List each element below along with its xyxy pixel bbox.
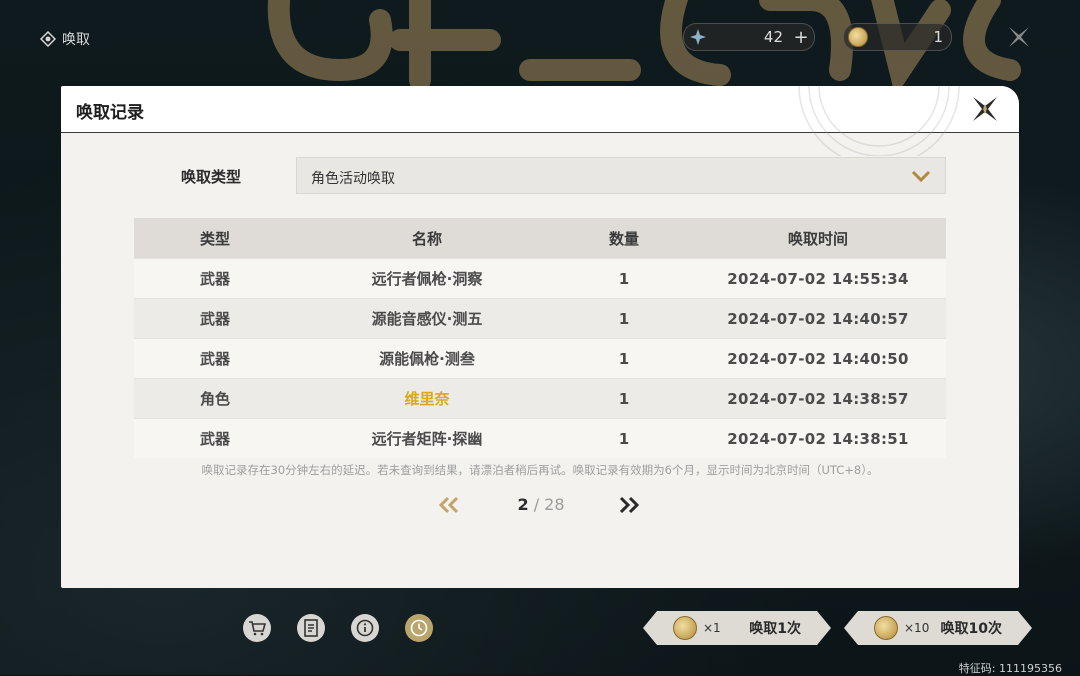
coin-icon bbox=[673, 616, 697, 640]
next-page-icon[interactable] bbox=[617, 495, 641, 515]
table-row: 武器 远行者佩枪·洞察 1 2024-07-02 14:55:34 bbox=[134, 258, 946, 299]
row-name: 远行者矩阵·探幽 bbox=[296, 418, 558, 458]
info-icon bbox=[356, 619, 374, 637]
convene-type-label: 唤取类型 bbox=[181, 168, 242, 186]
row-type: 武器 bbox=[134, 298, 296, 339]
convene-type-selected: 角色活动唤取 bbox=[311, 171, 395, 187]
table-row: 武器 源能音感仪·测五 1 2024-07-02 14:40:57 bbox=[134, 298, 946, 339]
delay-note: 唤取记录存在30分钟左右的延迟。若未查询到结果，请漂泊者稍后再试。唤取记录有效期… bbox=[201, 463, 879, 477]
page-title-text: 唤取 bbox=[62, 32, 90, 48]
row-time: 2024-07-02 14:40:50 bbox=[690, 338, 946, 379]
details-button[interactable] bbox=[297, 614, 325, 642]
currency-coin-value: 1 bbox=[933, 28, 943, 46]
row-quantity: 1 bbox=[558, 418, 690, 458]
header-name: 名称 bbox=[296, 218, 558, 259]
header-time: 唤取时间 bbox=[690, 218, 946, 259]
record-modal: 唤取记录 唤取类型 角色活动唤取 类型 名称 数量 唤取时间 武器 远行者佩枪·… bbox=[61, 86, 1019, 588]
row-quantity: 1 bbox=[558, 258, 690, 299]
row-name-highlight: 维里奈 bbox=[296, 378, 558, 419]
page-total: 28 bbox=[544, 495, 565, 514]
row-name: 远行者佩枪·洞察 bbox=[296, 258, 558, 299]
chevron-down-icon bbox=[911, 170, 931, 183]
row-type: 角色 bbox=[134, 378, 296, 419]
row-time: 2024-07-02 14:38:57 bbox=[690, 378, 946, 419]
modal-title: 唤取记录 bbox=[76, 103, 144, 123]
convene-once-button[interactable]: ×1 唤取1次 bbox=[643, 611, 831, 645]
convene-ten-cost: ×10 bbox=[904, 621, 930, 635]
table-header-row: 类型 名称 数量 唤取时间 bbox=[134, 218, 946, 259]
currency-star: 42 + bbox=[683, 23, 815, 51]
coin-icon bbox=[874, 616, 898, 640]
page-current: 2 bbox=[517, 495, 529, 514]
row-name: 源能佩枪·测叁 bbox=[296, 338, 558, 379]
feature-code: 特征码: 111195356 bbox=[958, 662, 1062, 675]
row-type: 武器 bbox=[134, 338, 296, 379]
convene-icon bbox=[40, 31, 56, 47]
header-quantity: 数量 bbox=[558, 218, 690, 259]
convene-once-label: 唤取1次 bbox=[749, 621, 801, 637]
currency-star-value: 42 bbox=[763, 28, 783, 46]
row-quantity: 1 bbox=[558, 298, 690, 339]
prev-page-icon[interactable] bbox=[437, 495, 461, 515]
page-title: 唤取 bbox=[40, 29, 90, 49]
row-type: 武器 bbox=[134, 418, 296, 458]
close-icon[interactable] bbox=[1006, 24, 1032, 50]
history-button[interactable] bbox=[405, 614, 433, 642]
row-quantity: 1 bbox=[558, 338, 690, 379]
table-row: 武器 远行者矩阵·探幽 1 2024-07-02 14:38:51 bbox=[134, 418, 946, 458]
convene-ten-button[interactable]: ×10 唤取10次 bbox=[844, 611, 1032, 645]
info-button[interactable] bbox=[351, 614, 379, 642]
row-time: 2024-07-02 14:38:51 bbox=[690, 418, 946, 458]
table-row: 角色 维里奈 1 2024-07-02 14:38:57 bbox=[134, 378, 946, 419]
row-name: 源能音感仪·测五 bbox=[296, 298, 558, 339]
star-tide-icon bbox=[688, 27, 708, 47]
convene-ten-label: 唤取10次 bbox=[940, 621, 1002, 637]
decorative-rings bbox=[798, 86, 960, 156]
modal-close-icon[interactable] bbox=[971, 95, 999, 123]
cart-icon bbox=[249, 621, 266, 636]
currency-coin: 1 bbox=[843, 23, 952, 51]
table-row: 武器 源能佩枪·测叁 1 2024-07-02 14:40:50 bbox=[134, 338, 946, 379]
page-indicator: 2 / 28 bbox=[501, 495, 581, 514]
row-type: 武器 bbox=[134, 258, 296, 299]
convene-type-dropdown[interactable]: 角色活动唤取 bbox=[296, 157, 946, 194]
pagination: 2 / 28 bbox=[61, 493, 1019, 517]
modal-header: 唤取记录 bbox=[61, 86, 1019, 156]
row-time: 2024-07-02 14:40:57 bbox=[690, 298, 946, 339]
convene-once-cost: ×1 bbox=[703, 621, 721, 635]
row-time: 2024-07-02 14:55:34 bbox=[690, 258, 946, 299]
record-table: 类型 名称 数量 唤取时间 武器 远行者佩枪·洞察 1 2024-07-02 1… bbox=[134, 218, 946, 458]
add-currency-button[interactable]: + bbox=[791, 27, 811, 48]
coin-icon bbox=[848, 27, 868, 47]
clock-icon bbox=[410, 619, 428, 637]
document-icon bbox=[304, 619, 318, 637]
header-type: 类型 bbox=[134, 218, 296, 259]
shop-button[interactable] bbox=[243, 614, 271, 642]
row-quantity: 1 bbox=[558, 378, 690, 419]
page-separator: / bbox=[528, 495, 545, 514]
